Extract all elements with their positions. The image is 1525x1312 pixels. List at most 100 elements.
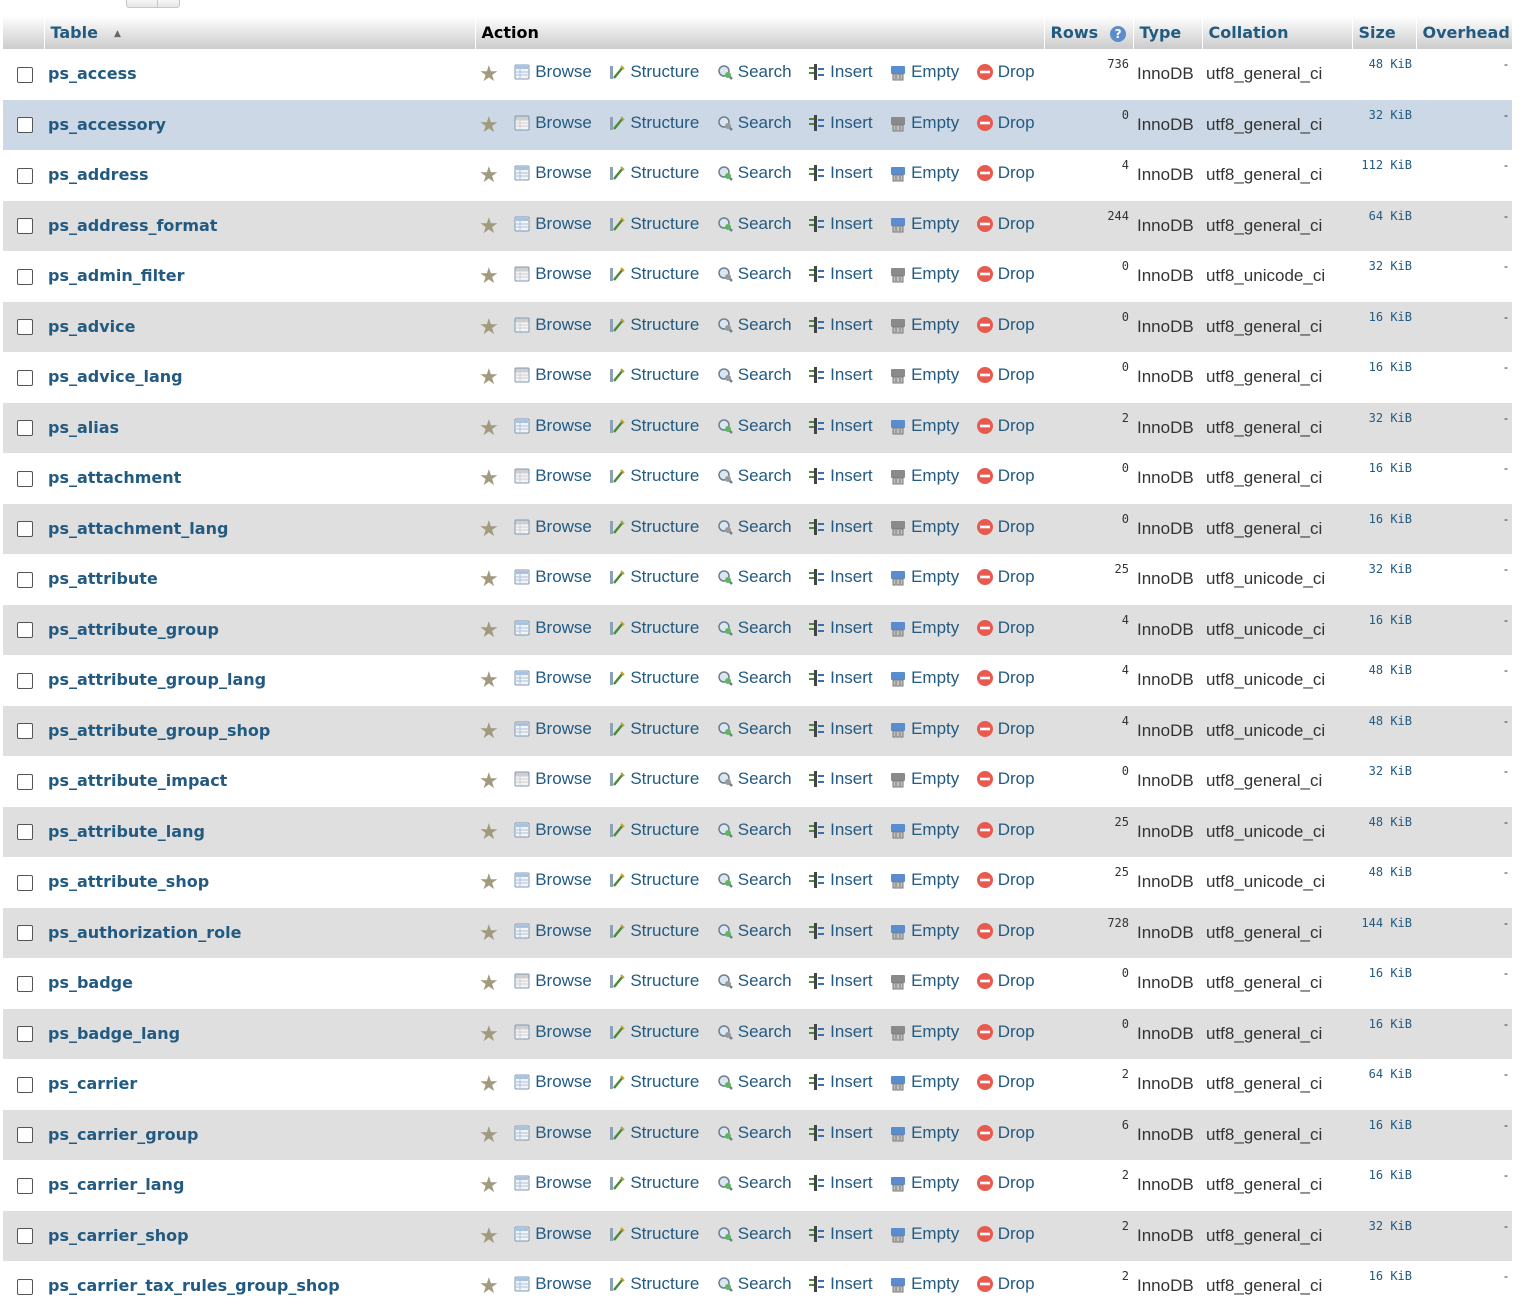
table-name-link[interactable]: ps_carrier_shop [48, 1226, 189, 1245]
browse-action[interactable]: Browse [513, 214, 592, 234]
insert-action[interactable]: Insert [808, 870, 873, 890]
search-action[interactable]: Search [716, 870, 792, 890]
empty-action[interactable]: Empty [889, 1173, 959, 1193]
empty-action[interactable]: Empty [889, 1022, 959, 1042]
drop-action[interactable]: Drop [976, 1022, 1035, 1042]
structure-action[interactable]: Structure [608, 214, 699, 234]
browse-action[interactable]: Browse [513, 365, 592, 385]
insert-action[interactable]: Insert [808, 668, 873, 688]
favorite-star-icon[interactable]: ★ [479, 1122, 499, 1147]
search-action[interactable]: Search [716, 618, 792, 638]
structure-action[interactable]: Structure [608, 62, 699, 82]
search-action[interactable]: Search [716, 264, 792, 284]
insert-action[interactable]: Insert [808, 315, 873, 335]
table-name-link[interactable]: ps_authorization_role [48, 923, 241, 942]
search-action[interactable]: Search [716, 820, 792, 840]
row-checkbox[interactable] [17, 1127, 33, 1144]
structure-action[interactable]: Structure [608, 113, 699, 133]
row-checkbox[interactable] [17, 1076, 33, 1093]
insert-action[interactable]: Insert [808, 971, 873, 991]
search-action[interactable]: Search [716, 1224, 792, 1244]
drop-action[interactable]: Drop [976, 1123, 1035, 1143]
drop-action[interactable]: Drop [976, 517, 1035, 537]
insert-action[interactable]: Insert [808, 1072, 873, 1092]
favorite-star-icon[interactable]: ★ [479, 61, 499, 86]
favorite-star-icon[interactable]: ★ [479, 920, 499, 945]
drop-action[interactable]: Drop [976, 365, 1035, 385]
search-action[interactable]: Search [716, 113, 792, 133]
structure-action[interactable]: Structure [608, 517, 699, 537]
empty-action[interactable]: Empty [889, 315, 959, 335]
drop-action[interactable]: Drop [976, 567, 1035, 587]
row-checkbox[interactable] [17, 66, 33, 83]
header-size[interactable]: Size [1351, 16, 1416, 49]
insert-action[interactable]: Insert [808, 264, 873, 284]
favorite-star-icon[interactable]: ★ [479, 1172, 499, 1197]
structure-action[interactable]: Structure [608, 668, 699, 688]
favorite-star-icon[interactable]: ★ [479, 617, 499, 642]
favorite-star-icon[interactable]: ★ [479, 1273, 499, 1298]
structure-action[interactable]: Structure [608, 1123, 699, 1143]
empty-action[interactable]: Empty [889, 1123, 959, 1143]
drop-action[interactable]: Drop [976, 62, 1035, 82]
browse-action[interactable]: Browse [513, 567, 592, 587]
header-rows[interactable]: Rows? [1043, 16, 1133, 49]
browse-action[interactable]: Browse [513, 1072, 592, 1092]
row-checkbox[interactable] [17, 218, 33, 235]
row-checkbox[interactable] [17, 1177, 33, 1194]
table-name-link[interactable]: ps_badge_lang [48, 1024, 180, 1043]
favorite-star-icon[interactable]: ★ [479, 112, 499, 137]
table-name-link[interactable]: ps_carrier [48, 1074, 137, 1093]
empty-action[interactable]: Empty [889, 1274, 959, 1294]
drop-action[interactable]: Drop [976, 163, 1035, 183]
table-name-link[interactable]: ps_attribute [48, 569, 158, 588]
row-checkbox[interactable] [17, 874, 33, 891]
browse-action[interactable]: Browse [513, 820, 592, 840]
browse-action[interactable]: Browse [513, 1173, 592, 1193]
empty-action[interactable]: Empty [889, 1072, 959, 1092]
favorite-star-icon[interactable]: ★ [479, 213, 499, 238]
row-checkbox[interactable] [17, 925, 33, 942]
table-name-link[interactable]: ps_attribute_lang [48, 822, 205, 841]
browse-action[interactable]: Browse [513, 517, 592, 537]
drop-action[interactable]: Drop [976, 1224, 1035, 1244]
sort-asc-icon[interactable]: ▲ [114, 29, 121, 39]
drop-action[interactable]: Drop [976, 416, 1035, 436]
empty-action[interactable]: Empty [889, 921, 959, 941]
table-name-link[interactable]: ps_alias [48, 418, 119, 437]
empty-action[interactable]: Empty [889, 567, 959, 587]
browse-action[interactable]: Browse [513, 1022, 592, 1042]
search-action[interactable]: Search [716, 1173, 792, 1193]
favorite-star-icon[interactable]: ★ [479, 263, 499, 288]
structure-action[interactable]: Structure [608, 466, 699, 486]
insert-action[interactable]: Insert [808, 1123, 873, 1143]
drop-action[interactable]: Drop [976, 1173, 1035, 1193]
structure-action[interactable]: Structure [608, 1022, 699, 1042]
empty-action[interactable]: Empty [889, 264, 959, 284]
row-checkbox[interactable] [17, 622, 33, 639]
search-action[interactable]: Search [716, 567, 792, 587]
browse-action[interactable]: Browse [513, 1224, 592, 1244]
empty-action[interactable]: Empty [889, 1224, 959, 1244]
row-checkbox[interactable] [17, 723, 33, 740]
row-checkbox[interactable] [17, 773, 33, 790]
table-name-link[interactable]: ps_accessory [48, 115, 166, 134]
search-action[interactable]: Search [716, 971, 792, 991]
search-action[interactable]: Search [716, 1022, 792, 1042]
insert-action[interactable]: Insert [808, 1173, 873, 1193]
drop-action[interactable]: Drop [976, 113, 1035, 133]
empty-action[interactable]: Empty [889, 62, 959, 82]
header-collation[interactable]: Collation [1201, 16, 1352, 49]
structure-action[interactable]: Structure [608, 1224, 699, 1244]
browse-action[interactable]: Browse [513, 315, 592, 335]
row-checkbox[interactable] [17, 167, 33, 184]
drop-action[interactable]: Drop [976, 971, 1035, 991]
favorite-star-icon[interactable]: ★ [479, 1071, 499, 1096]
structure-action[interactable]: Structure [608, 163, 699, 183]
insert-action[interactable]: Insert [808, 62, 873, 82]
search-action[interactable]: Search [716, 769, 792, 789]
search-action[interactable]: Search [716, 1123, 792, 1143]
row-checkbox[interactable] [17, 319, 33, 336]
structure-action[interactable]: Structure [608, 618, 699, 638]
browse-action[interactable]: Browse [513, 618, 592, 638]
